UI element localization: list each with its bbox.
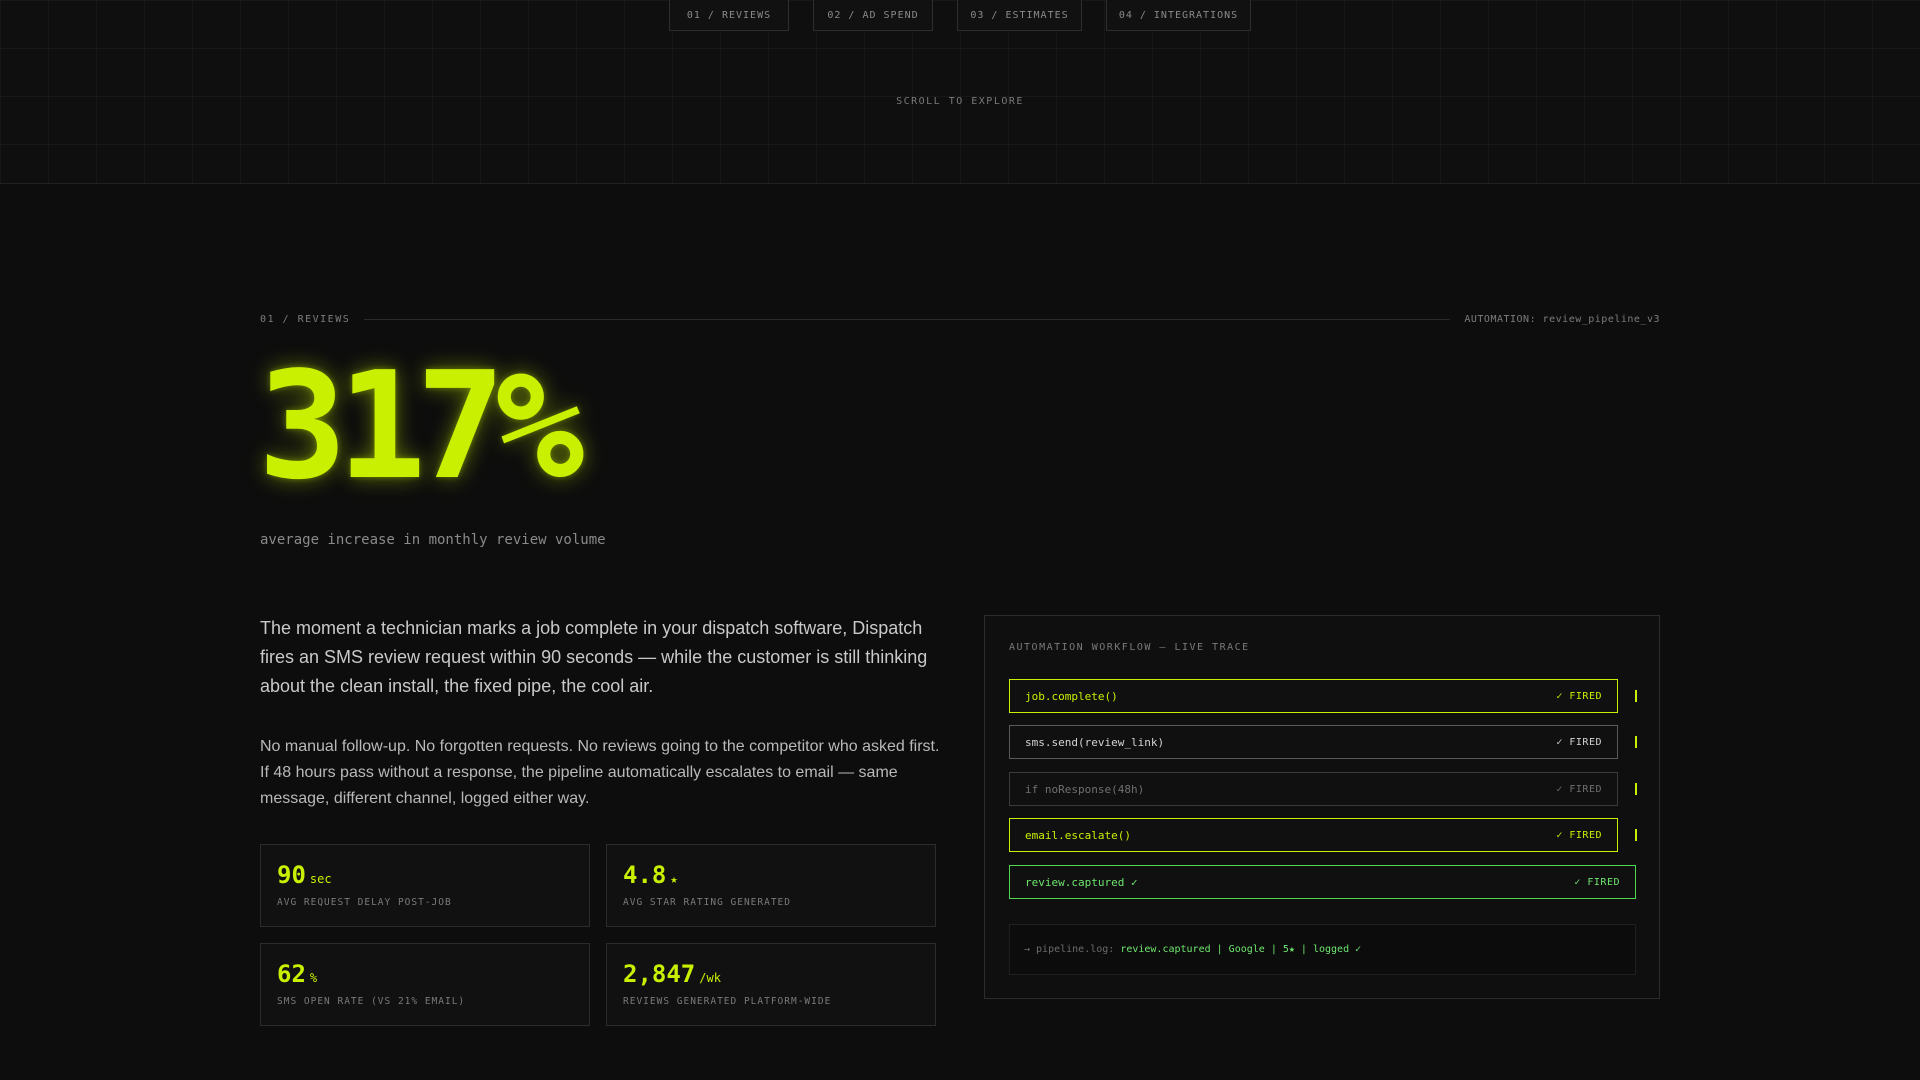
log-prefix: → pipeline.log:	[1024, 944, 1115, 955]
metric-unit: %	[309, 971, 318, 985]
workflow-step-sms-send: sms.send(review_link) ✓ FIRED	[1009, 725, 1618, 759]
metric-value: 90	[277, 861, 306, 889]
metric-label: SMS OPEN RATE (VS 21% EMAIL)	[277, 996, 466, 1007]
step-status: ✓ FIRED	[1556, 690, 1602, 702]
metric-unit: sec	[309, 872, 332, 886]
workflow-step-no-response: if noResponse(48h) ✓ FIRED	[1009, 772, 1618, 806]
automation-name: AUTOMATION: review_pipeline_v3	[1464, 313, 1660, 325]
headline-stat: 317%	[258, 340, 584, 512]
metric-card-open-rate: 62 % SMS OPEN RATE (VS 21% EMAIL)	[260, 943, 590, 1026]
step-status: ✓ FIRED	[1556, 783, 1602, 795]
metric-value: 4.8	[623, 861, 667, 889]
headline-caption: average increase in monthly review volum…	[260, 532, 606, 548]
step-name: if noResponse(48h)	[1025, 782, 1145, 796]
metric-card-rating: 4.8 ★ AVG STAR RATING GENERATED	[606, 844, 936, 927]
section-nav: 01 / REVIEWS 02 / AD SPEND 03 / ESTIMATE…	[0, 0, 1920, 32]
metric-value: 62	[277, 960, 306, 988]
metric-value: 2,847	[623, 960, 696, 988]
metric-label: AVG REQUEST DELAY POST-JOB	[277, 897, 452, 908]
trace-cursor	[1635, 783, 1637, 795]
workflow-step-email-escalate: email.escalate() ✓ FIRED	[1009, 818, 1618, 852]
step-name: job.complete()	[1025, 689, 1118, 703]
hero-strip: 01 / REVIEWS 02 / AD SPEND 03 / ESTIMATE…	[0, 0, 1920, 184]
step-name: review.captured ✓	[1025, 875, 1138, 889]
step-status: ✓ FIRED	[1556, 829, 1602, 841]
trace-cursor	[1635, 829, 1637, 841]
scroll-hint: SCROLL TO EXPLORE	[896, 96, 1024, 107]
detail-paragraph: No manual follow-up. No forgotten reques…	[260, 738, 940, 807]
workflow-step-job-complete: job.complete() ✓ FIRED	[1009, 679, 1618, 713]
metric-card-delay: 90 sec AVG REQUEST DELAY POST-JOB	[260, 844, 590, 927]
workflow-title: AUTOMATION WORKFLOW — LIVE TRACE	[1009, 642, 1250, 653]
trace-cursor	[1635, 690, 1637, 702]
step-status: ✓ FIRED	[1556, 736, 1602, 748]
intro-paragraph: The moment a technician marks a job comp…	[260, 618, 928, 696]
metric-label: REVIEWS GENERATED PLATFORM-WIDE	[623, 996, 832, 1007]
step-status: ✓ FIRED	[1574, 876, 1620, 888]
section-label: 01 / REVIEWS	[260, 313, 351, 325]
log-text: review.captured | Google | 5★ | logged ✓	[1120, 944, 1362, 955]
step-name: sms.send(review_link)	[1025, 735, 1165, 749]
section-divider	[364, 318, 1451, 320]
section-header: 01 / REVIEWS AUTOMATION: review_pipeline…	[260, 312, 1660, 326]
star-icon: ★	[670, 872, 678, 886]
nav-tab-reviews[interactable]: 01 / REVIEWS	[669, 0, 789, 31]
pipeline-log: → pipeline.log: review.captured | Google…	[1009, 924, 1636, 975]
workflow-step-review-captured: review.captured ✓ ✓ FIRED	[1009, 865, 1636, 899]
metric-unit: /wk	[699, 971, 721, 985]
metric-label: AVG STAR RATING GENERATED	[623, 897, 791, 908]
nav-tab-integrations[interactable]: 04 / INTEGRATIONS	[1106, 0, 1251, 31]
nav-tab-estimates[interactable]: 03 / ESTIMATES	[957, 0, 1082, 31]
metric-card-reviews-generated: 2,847 /wk REVIEWS GENERATED PLATFORM-WID…	[606, 943, 936, 1026]
trace-cursor	[1635, 736, 1637, 748]
workflow-panel: AUTOMATION WORKFLOW — LIVE TRACE job.com…	[984, 615, 1660, 999]
step-name: email.escalate()	[1025, 828, 1131, 842]
nav-tab-ad-spend[interactable]: 02 / AD SPEND	[813, 0, 933, 31]
